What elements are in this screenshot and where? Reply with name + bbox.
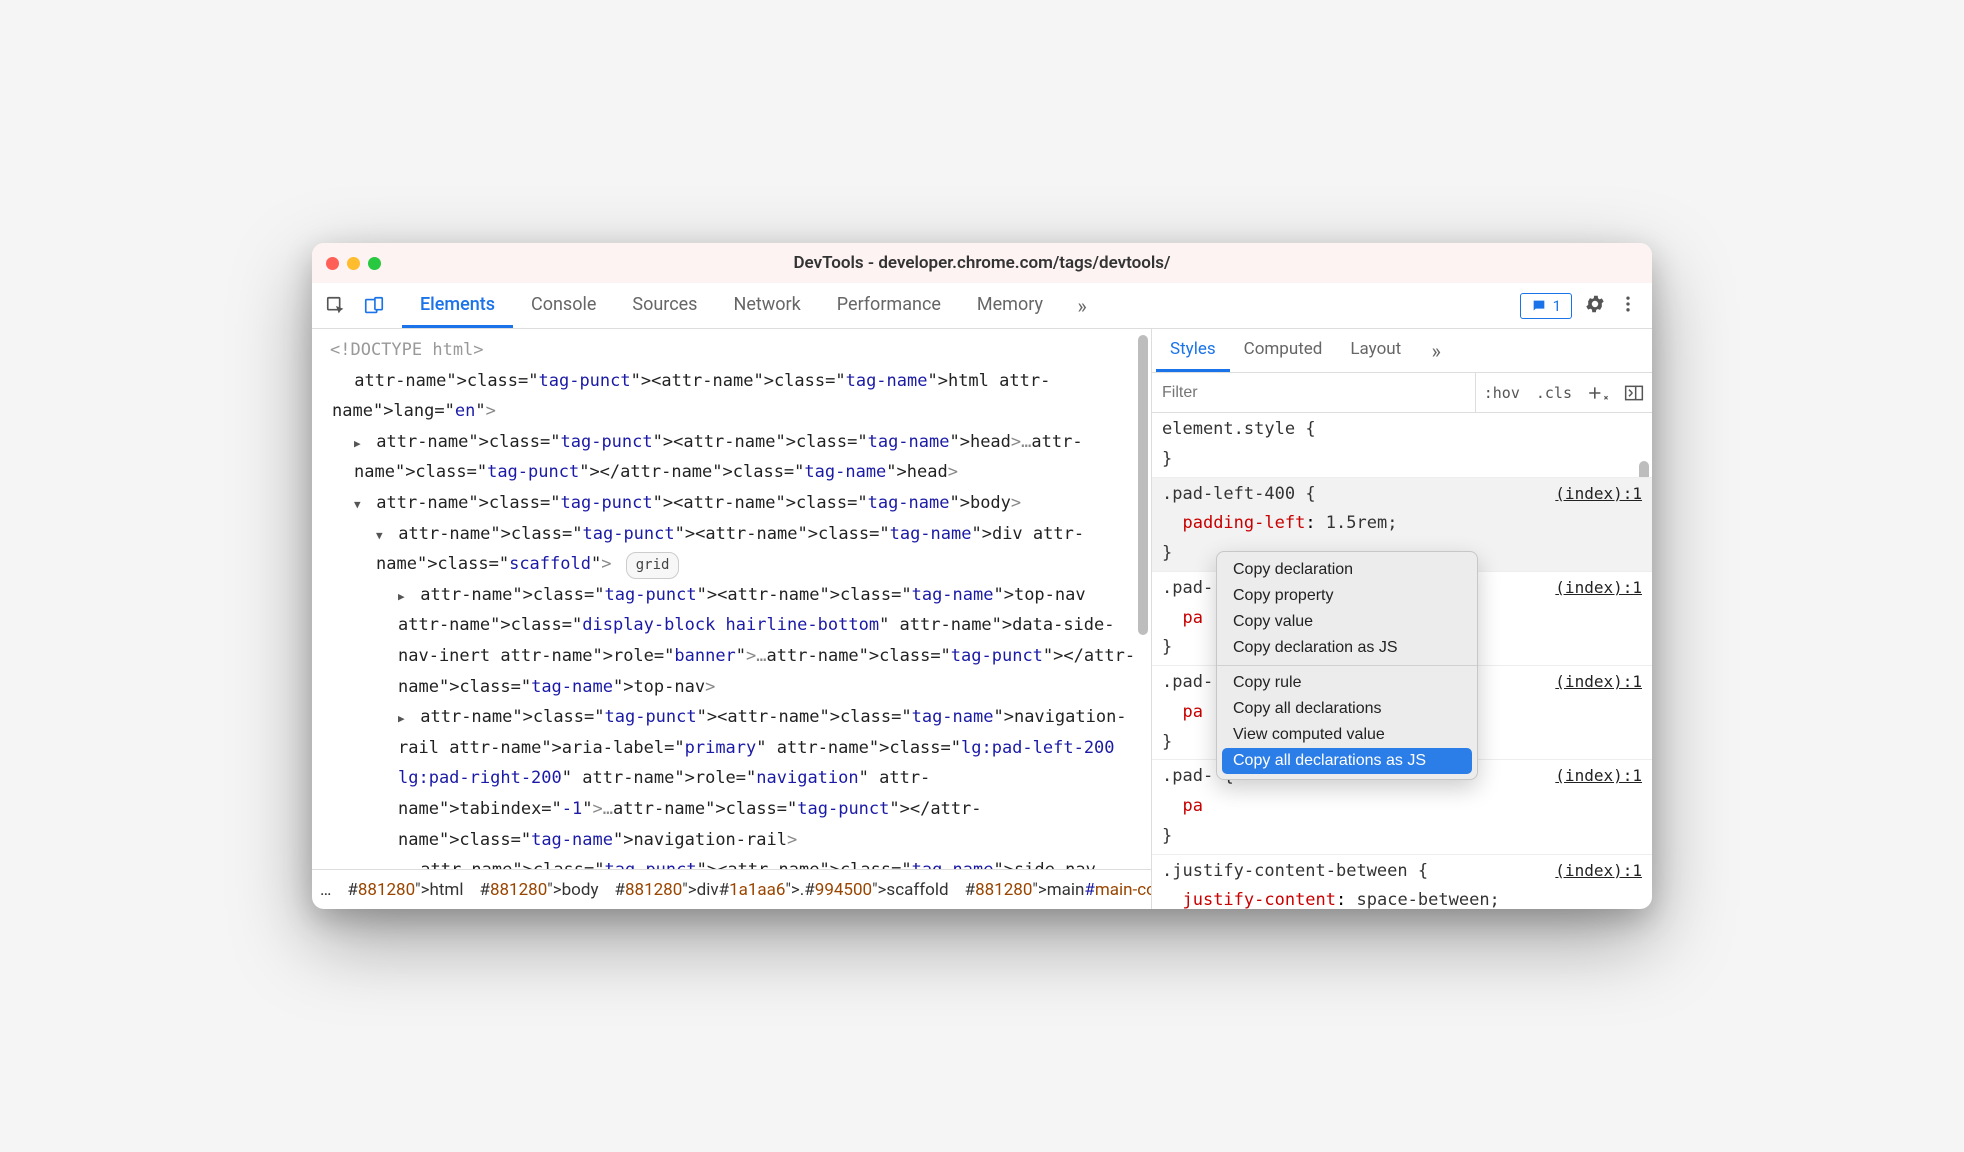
source-link[interactable]: (index):1 [1555, 574, 1642, 602]
more-tabs-icon[interactable]: » [1067, 294, 1097, 318]
context-menu-item[interactable]: Copy rule [1217, 670, 1477, 696]
elements-panel: <!DOCTYPE html> attr-name">class="tag-pu… [312, 329, 1152, 909]
context-menu-item[interactable]: Copy property [1217, 583, 1477, 609]
context-menu-item[interactable]: View computed value [1217, 722, 1477, 748]
tab-elements[interactable]: Elements [402, 284, 513, 328]
source-link[interactable]: (index):1 [1555, 857, 1642, 885]
window-title: DevTools - developer.chrome.com/tags/dev… [326, 253, 1638, 273]
dom-tree[interactable]: <!DOCTYPE html> attr-name">class="tag-pu… [312, 329, 1151, 869]
toggle-sidebar-icon[interactable] [1616, 384, 1652, 402]
dom-node[interactable]: ▼ attr-name">class="tag-punct"><attr-nam… [322, 519, 1141, 580]
window-controls [326, 257, 381, 270]
dom-node[interactable]: ▶ attr-name">class="tag-punct"><attr-nam… [322, 702, 1141, 855]
kebab-menu-icon[interactable] [1618, 294, 1638, 318]
cls-toggle[interactable]: .cls [1528, 384, 1580, 402]
source-link[interactable]: (index):1 [1555, 762, 1642, 790]
titlebar: DevTools - developer.chrome.com/tags/dev… [312, 243, 1652, 283]
styles-tab-computed[interactable]: Computed [1230, 330, 1337, 372]
minimize-icon[interactable] [347, 257, 360, 270]
breadcrumb: … #881280">html #881280">body #881280">div#… [312, 869, 1151, 909]
context-menu: Copy declarationCopy propertyCopy valueC… [1216, 551, 1478, 780]
panel-tabs: ElementsConsoleSourcesNetworkPerformance… [402, 284, 1061, 328]
styles-tab-styles[interactable]: Styles [1156, 330, 1230, 372]
dom-node[interactable]: ▶ attr-name">class="tag-punct"><attr-nam… [322, 427, 1141, 488]
dom-node[interactable]: attr-name">class="tag-punct"><attr-name"… [322, 366, 1141, 427]
main-toolbar: ElementsConsoleSourcesNetworkPerformance… [312, 283, 1652, 329]
breadcrumb-item[interactable]: #881280">main#main-content [965, 880, 1151, 900]
tab-performance[interactable]: Performance [819, 284, 959, 328]
styles-tabs: StylesComputedLayout» [1152, 329, 1652, 373]
css-rule[interactable]: element.style {} [1152, 413, 1652, 478]
tab-network[interactable]: Network [715, 284, 818, 328]
breadcrumb-ellipsis[interactable]: … [320, 880, 331, 900]
hov-toggle[interactable]: :hov [1476, 384, 1528, 402]
message-count: 1 [1553, 297, 1561, 315]
css-rule[interactable]: (index):1.justify-content-between { just… [1152, 855, 1652, 910]
scrollbar-thumb[interactable] [1138, 335, 1148, 635]
maximize-icon[interactable] [368, 257, 381, 270]
messages-badge[interactable]: 1 [1520, 293, 1572, 319]
context-menu-item[interactable]: Copy value [1217, 609, 1477, 635]
styles-panel: StylesComputedLayout» :hov .cls element.… [1152, 329, 1652, 909]
context-menu-separator [1217, 665, 1477, 666]
dom-node[interactable]: ▼ attr-name">class="tag-punct"><attr-nam… [322, 488, 1141, 519]
inspect-element-icon[interactable] [320, 290, 352, 322]
tab-sources[interactable]: Sources [614, 284, 715, 328]
dom-node[interactable]: ▶ attr-name">class="tag-punct"><attr-nam… [322, 580, 1141, 702]
styles-more-tabs-icon[interactable]: » [1421, 339, 1451, 363]
doctype[interactable]: <!DOCTYPE html> [322, 335, 1141, 366]
settings-icon[interactable] [1584, 293, 1606, 319]
breadcrumb-item[interactable]: #881280">body [479, 880, 598, 900]
layout-badge[interactable]: grid [626, 552, 680, 579]
breadcrumb-item[interactable]: #881280">div#1a1aa6">.#994500">scaffold [615, 880, 949, 900]
dom-node[interactable]: ▶ attr-name">class="tag-punct"><attr-nam… [322, 855, 1141, 869]
breadcrumb-item[interactable]: #881280">html [347, 880, 463, 900]
context-menu-item[interactable]: Copy all declarations as JS [1222, 748, 1472, 774]
context-menu-item[interactable]: Copy all declarations [1217, 696, 1477, 722]
styles-tab-layout[interactable]: Layout [1336, 330, 1415, 372]
devtools-window: DevTools - developer.chrome.com/tags/dev… [312, 243, 1652, 909]
message-icon [1531, 298, 1547, 314]
source-link[interactable]: (index):1 [1555, 668, 1642, 696]
source-link[interactable]: (index):1 [1555, 480, 1642, 508]
panels: <!DOCTYPE html> attr-name">class="tag-pu… [312, 329, 1652, 909]
new-rule-icon[interactable] [1580, 385, 1616, 401]
context-menu-item[interactable]: Copy declaration as JS [1217, 635, 1477, 661]
styles-filter-input[interactable] [1152, 373, 1476, 412]
styles-filter-row: :hov .cls [1152, 373, 1652, 413]
close-icon[interactable] [326, 257, 339, 270]
device-toolbar-icon[interactable] [358, 290, 390, 322]
context-menu-item[interactable]: Copy declaration [1217, 557, 1477, 583]
tab-console[interactable]: Console [513, 284, 614, 328]
tab-memory[interactable]: Memory [959, 284, 1061, 328]
